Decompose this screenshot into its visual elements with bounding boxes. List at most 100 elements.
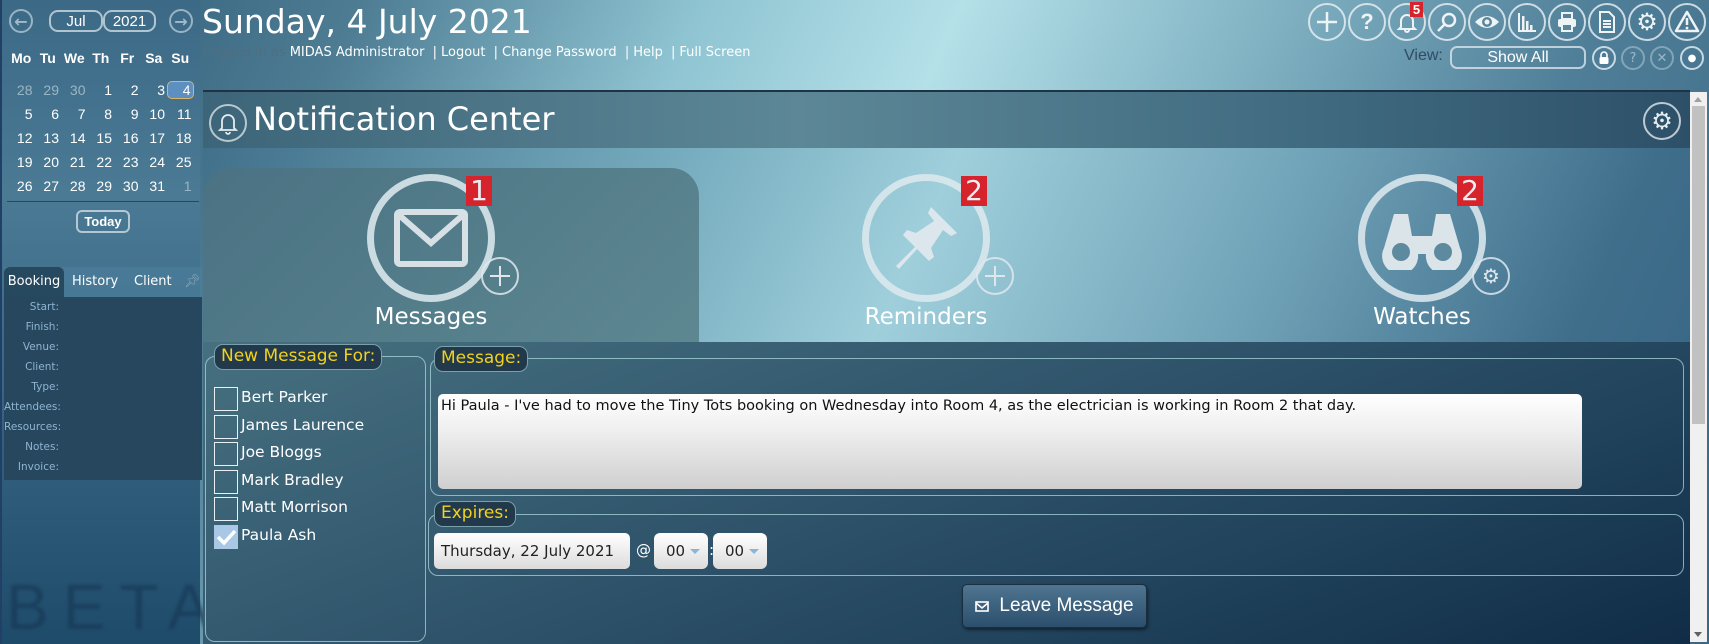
calendar-day[interactable]: 9 — [114, 106, 141, 122]
hour-select[interactable]: 00 — [654, 533, 708, 569]
tab-reminders[interactable]: 2 Reminders — [824, 174, 1024, 344]
calendar-day[interactable]: 22 — [88, 154, 115, 170]
calendar-day[interactable]: 3 — [141, 82, 168, 98]
recipient-checkbox[interactable] — [214, 469, 238, 494]
calendar-day[interactable]: 5 — [8, 106, 35, 122]
calendar-day[interactable]: 11 — [167, 106, 194, 122]
calendar-day[interactable]: 13 — [35, 130, 62, 146]
gear-icon: ⚙ — [1482, 264, 1500, 288]
recipient-checkbox[interactable] — [214, 524, 238, 549]
year-select[interactable]: 2021 — [103, 10, 156, 32]
recipient-name[interactable]: Joe Bloggs — [241, 443, 322, 461]
calendar-day[interactable]: 30 — [61, 82, 88, 98]
calendar-day[interactable]: 28 — [8, 82, 35, 98]
calendar-day[interactable]: 10 — [141, 106, 168, 122]
at-label: @ — [636, 541, 651, 559]
calendar-day[interactable]: 18 — [167, 130, 194, 146]
add-message-button[interactable] — [481, 257, 519, 295]
calendar-day[interactable]: 21 — [61, 154, 88, 170]
expires-date-input[interactable]: Thursday, 22 July 2021 — [434, 533, 630, 569]
calendar-day[interactable]: 1 — [167, 178, 194, 194]
calendar-day[interactable]: 29 — [35, 82, 62, 98]
lock-button[interactable] — [1592, 46, 1616, 70]
message-legend: Message: — [434, 346, 529, 372]
tab-messages[interactable]: 1 Messages — [329, 174, 529, 344]
notification-center-panel: Notification Center ⚙ 1 Messages 2 Remin… — [203, 90, 1690, 644]
close-button[interactable]: ✕ — [1650, 46, 1674, 70]
recipient-name[interactable]: James Laurence — [241, 416, 364, 434]
scroll-down-icon[interactable] — [1694, 632, 1702, 637]
view-select[interactable]: Show All — [1450, 46, 1586, 69]
message-input[interactable]: Hi Paula - I've had to move the Tiny Tot… — [438, 394, 1582, 489]
calendar-day[interactable]: 26 — [8, 178, 35, 194]
calendar-day[interactable]: 8 — [88, 106, 115, 122]
tab-booking[interactable]: Booking — [4, 267, 64, 297]
calendar-day[interactable]: 12 — [8, 130, 35, 146]
calendar-day[interactable]: 28 — [61, 178, 88, 194]
help-small-button[interactable]: ? — [1621, 46, 1645, 70]
panel-settings-button[interactable]: ⚙ — [1643, 102, 1681, 140]
calendar-day[interactable]: 31 — [141, 178, 168, 194]
next-month-button[interactable]: → — [169, 9, 193, 33]
field-resources-label: Resources: — [4, 421, 62, 433]
recipient-name[interactable]: Mark Bradley — [241, 471, 344, 489]
calendar-day[interactable]: 7 — [61, 106, 88, 122]
scrollbar-thumb[interactable] — [1692, 106, 1705, 424]
today-button[interactable]: Today — [76, 210, 130, 233]
scroll-up-icon[interactable] — [1694, 97, 1702, 102]
add-reminder-button[interactable] — [976, 257, 1014, 295]
calendar-day[interactable]: 6 — [35, 106, 62, 122]
calendar-day[interactable]: 23 — [114, 154, 141, 170]
change-password-link[interactable]: Change Password — [502, 45, 617, 60]
document-button[interactable] — [1588, 3, 1626, 41]
calendar-day[interactable]: 25 — [167, 154, 194, 170]
scrollbar[interactable] — [1690, 92, 1707, 642]
prev-month-button[interactable]: ← — [9, 9, 33, 33]
calendar-day[interactable]: 24 — [141, 154, 168, 170]
tab-label: Watches — [1373, 304, 1471, 330]
recipient-checkbox[interactable] — [214, 414, 238, 439]
calendar-day[interactable]: 2 — [114, 82, 141, 98]
calendar-day[interactable]: 20 — [35, 154, 62, 170]
field-client-label: Client: — [25, 361, 59, 373]
leave-message-button[interactable]: Leave Message — [962, 584, 1147, 628]
recipient-checkbox[interactable] — [214, 497, 238, 521]
month-select[interactable]: Jul — [49, 10, 103, 32]
calendar-day[interactable]: 1 — [88, 82, 115, 98]
pin-icon[interactable]: 📌︎ — [184, 267, 201, 297]
beta-watermark: BETA — [6, 571, 225, 643]
tab-watches[interactable]: 2 ⚙ Watches — [1320, 174, 1520, 344]
recipient-checkbox[interactable] — [214, 387, 238, 411]
calendar-day[interactable]: 14 — [61, 130, 88, 146]
dot-button[interactable]: ● — [1680, 46, 1704, 70]
logout-link[interactable]: Logout — [441, 45, 486, 60]
alerts-button[interactable] — [1668, 3, 1706, 41]
calendar-day[interactable]: 15 — [88, 130, 115, 146]
print-button[interactable] — [1548, 3, 1586, 41]
tab-history[interactable]: History — [72, 267, 118, 297]
calendar-day[interactable]: 16 — [114, 130, 141, 146]
arrow-right-icon: → — [174, 11, 188, 31]
calendar-day[interactable]: 27 — [35, 178, 62, 194]
calendar-day[interactable]: 29 — [88, 178, 115, 194]
view-button[interactable] — [1468, 3, 1506, 41]
watch-settings-button[interactable]: ⚙ — [1472, 257, 1510, 295]
recipient-name[interactable]: Bert Parker — [241, 388, 327, 406]
search-button[interactable] — [1428, 3, 1466, 41]
add-button[interactable] — [1308, 3, 1346, 41]
recipient-name[interactable]: Paula Ash — [241, 526, 316, 544]
calendar-day[interactable]: 17 — [141, 130, 168, 146]
reports-button[interactable] — [1508, 3, 1546, 41]
tab-client[interactable]: Client — [134, 267, 172, 297]
help-link[interactable]: Help — [633, 45, 663, 60]
weekday: Su — [171, 50, 190, 66]
minute-select[interactable]: 00 — [713, 533, 767, 569]
calendar-day[interactable]: 30 — [114, 178, 141, 194]
settings-button[interactable]: ⚙ — [1628, 3, 1666, 41]
help-button[interactable]: ? — [1348, 3, 1386, 41]
calendar-day-selected[interactable]: 4 — [167, 81, 194, 99]
recipient-checkbox[interactable] — [214, 442, 238, 466]
full-screen-link[interactable]: Full Screen — [679, 45, 750, 60]
recipient-name[interactable]: Matt Morrison — [241, 498, 348, 516]
calendar-day[interactable]: 19 — [8, 154, 35, 170]
